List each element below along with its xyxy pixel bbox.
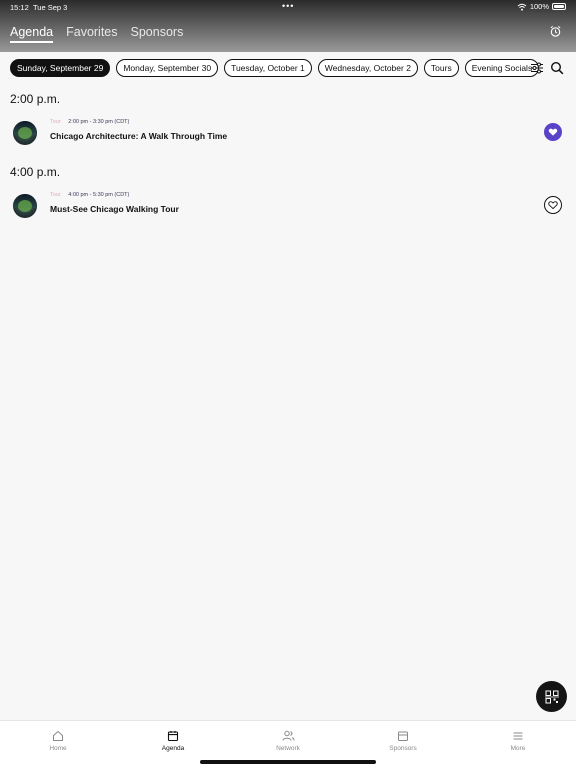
nav-label: Sponsors — [389, 745, 417, 752]
nav-more[interactable]: More — [488, 730, 548, 752]
filter-sliders-icon[interactable] — [530, 61, 544, 75]
chip-tuesday-october-1[interactable]: Tuesday, October 1 — [224, 59, 312, 77]
date-filter-row: Sunday, September 29 Monday, September 3… — [10, 59, 540, 77]
chip-evening-socials[interactable]: Evening Socials — [464, 59, 540, 77]
chip-tours[interactable]: Tours — [423, 59, 459, 77]
people-icon — [282, 730, 294, 741]
top-tabs: Agenda Favorites Sponsors — [10, 25, 183, 43]
chip-sunday-september-29[interactable]: Sunday, September 29 — [10, 59, 111, 77]
tab-sponsors[interactable]: Sponsors — [131, 25, 184, 43]
qr-scan-button[interactable] — [536, 681, 567, 712]
nav-label: Agenda — [161, 745, 185, 752]
home-icon — [53, 730, 63, 741]
session-meta: Tour 2:00 pm - 3:30 pm (CDT) — [50, 119, 129, 125]
session-title[interactable]: Must-See Chicago Walking Tour — [50, 204, 179, 214]
qr-code-icon — [544, 690, 559, 703]
alarm-icon[interactable] — [549, 25, 562, 38]
storefront-icon — [398, 731, 408, 741]
battery-percent: 100% — [529, 2, 549, 11]
agenda-screen: 15:12 Tue Sep 3 ••• 100% Agenda Favorite… — [0, 0, 576, 768]
calendar-icon — [167, 731, 179, 742]
header: 15:12 Tue Sep 3 ••• 100% Agenda Favorite… — [0, 0, 576, 52]
session-time-range: 4:00 pm - 5:30 pm (CDT) — [68, 192, 130, 198]
nav-label: Home — [49, 745, 67, 752]
time-heading: 4:00 p.m. — [10, 165, 61, 179]
status-date: Tue Sep 3 — [33, 3, 68, 12]
nav-network[interactable]: Network — [258, 730, 318, 752]
nav-home[interactable]: Home — [28, 730, 88, 752]
favorite-button[interactable] — [544, 123, 562, 141]
nav-label: Network — [276, 745, 300, 752]
session-thumbnail — [13, 121, 37, 145]
tab-agenda[interactable]: Agenda — [10, 25, 54, 43]
session-thumbnail — [13, 194, 37, 218]
favorite-button[interactable] — [544, 196, 562, 214]
wifi-icon — [517, 3, 527, 11]
session-title[interactable]: Chicago Architecture: A Walk Through Tim… — [50, 131, 227, 141]
session-card[interactable]: Tour 4:00 pm - 5:30 pm (CDT) Must-See Ch… — [0, 192, 576, 234]
heart-filled-icon — [548, 128, 558, 136]
status-time: 15:12 — [10, 3, 29, 12]
tab-favorites[interactable]: Favorites — [66, 25, 117, 43]
home-indicator — [200, 760, 376, 764]
heart-outline-icon — [548, 201, 558, 210]
session-time-range: 2:00 pm - 3:30 pm (CDT) — [68, 119, 130, 125]
chip-wednesday-october-2[interactable]: Wednesday, October 2 — [317, 59, 418, 77]
session-meta: Tour 4:00 pm - 5:30 pm (CDT) — [50, 192, 129, 198]
multitasking-dots[interactable]: ••• — [282, 1, 294, 11]
nav-agenda[interactable]: Agenda — [143, 730, 203, 752]
nav-sponsors[interactable]: Sponsors — [373, 730, 433, 752]
search-icon[interactable] — [550, 61, 564, 75]
battery-icon — [552, 3, 566, 10]
status-bar: 15:12 Tue Sep 3 ••• 100% — [0, 0, 576, 14]
status-indicators: 100% — [517, 2, 566, 11]
nav-label: More — [510, 745, 526, 752]
session-type: Tour — [50, 192, 61, 198]
session-type: Tour — [50, 119, 61, 125]
session-card[interactable]: Tour 2:00 pm - 3:30 pm (CDT) Chicago Arc… — [0, 119, 576, 161]
menu-icon — [513, 732, 523, 740]
chip-monday-september-30[interactable]: Monday, September 30 — [116, 59, 219, 77]
time-heading: 2:00 p.m. — [10, 92, 61, 106]
